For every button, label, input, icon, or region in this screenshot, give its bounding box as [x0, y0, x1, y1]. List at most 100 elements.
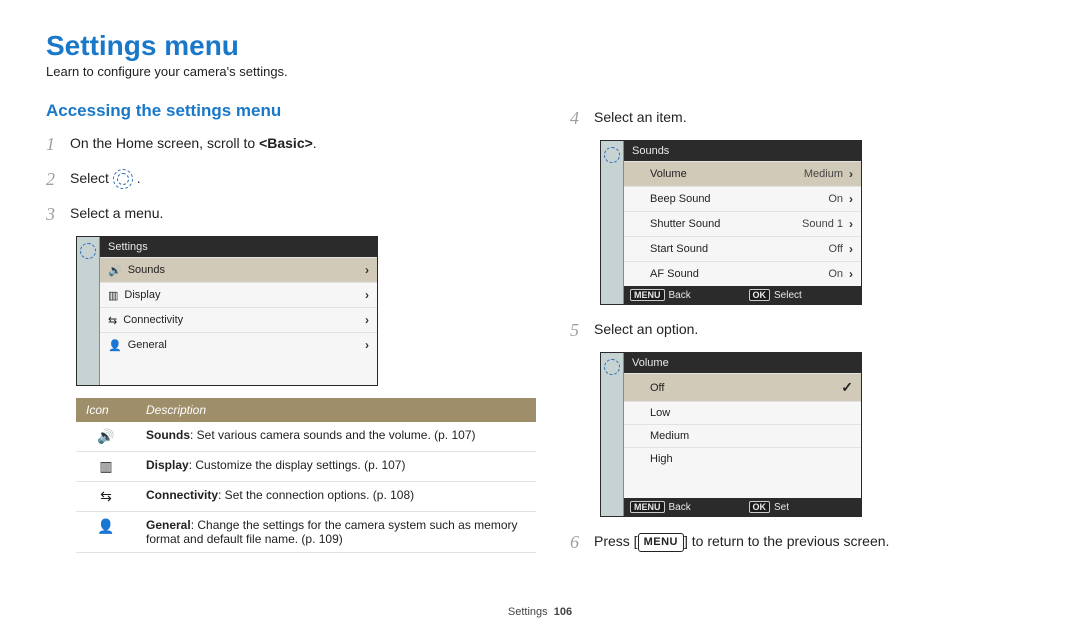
sounds-icon: 🔊	[108, 264, 122, 277]
connectivity-icon: ⇆	[100, 488, 112, 504]
page-footer: Settings 106	[0, 606, 1080, 618]
gear-icon	[604, 147, 620, 163]
panel-title: Sounds	[624, 141, 861, 161]
table-header-description: Description	[136, 398, 536, 422]
list-item-label: Start Sound	[650, 243, 708, 255]
gear-icon	[80, 243, 96, 259]
list-item-value: Off	[829, 243, 843, 255]
ok-button-icon: OK	[749, 501, 771, 513]
chevron-right-icon: ›	[849, 242, 853, 256]
footer-back-label: Back	[669, 290, 691, 301]
step-text: Select a menu.	[70, 201, 163, 228]
table-cell-description: Display: Customize the display settings.…	[136, 452, 536, 482]
list-item: Start Sound Off ›	[624, 236, 861, 261]
list-item: 🔊 Sounds ›	[100, 257, 377, 282]
gear-icon	[604, 359, 620, 375]
chevron-right-icon: ›	[849, 167, 853, 181]
list-item: AF SoundOn›	[624, 261, 861, 286]
footer-ok-label: Set	[774, 502, 789, 513]
list-item-label: Medium	[650, 430, 689, 442]
step-2: 2 Select .	[46, 166, 510, 193]
page-intro: Learn to configure your camera's setting…	[46, 64, 1034, 79]
list-item-label: Sounds	[128, 264, 165, 276]
table-row: ⇆ Connectivity: Set the connection option…	[76, 482, 536, 512]
table-cell-description: Sounds: Set various camera sounds and th…	[136, 422, 536, 452]
table-row: 🔊 Sounds: Set various camera sounds and t…	[76, 422, 536, 452]
table-header-icon: Icon	[76, 398, 136, 422]
list-item: Low	[624, 401, 861, 424]
chevron-right-icon: ›	[849, 217, 853, 231]
panel-title: Volume	[624, 353, 861, 373]
step-text: Select an item.	[594, 105, 687, 132]
list-item: 👤 General ›	[100, 332, 377, 357]
connectivity-icon: ⇆	[108, 314, 117, 327]
camera-screenshot-settings: Settings 🔊 Sounds › ▥ Display › ⇆ Connectivity ›…	[76, 236, 378, 386]
step-text: .	[137, 170, 141, 186]
list-item-label: Low	[650, 407, 670, 419]
table-cell-description: Connectivity: Set the connection options…	[136, 482, 536, 512]
table-row: ▥ Display: Customize the display settings…	[76, 452, 536, 482]
menu-button-icon: MENU	[630, 289, 665, 301]
step-text: Select	[70, 170, 113, 186]
list-item-value: Sound 1	[802, 218, 843, 230]
menu-button-icon: MENU	[638, 533, 684, 552]
step-number: 3	[46, 201, 62, 228]
chevron-right-icon: ›	[365, 313, 369, 327]
list-item-label: Shutter Sound	[650, 218, 720, 230]
list-item: Volume Medium ›	[624, 161, 861, 186]
step-number: 4	[570, 105, 586, 132]
list-item: Beep Sound On ›	[624, 186, 861, 211]
general-icon: 👤	[108, 339, 122, 352]
list-item: High	[624, 447, 861, 470]
sounds-icon: 🔊	[97, 428, 114, 444]
list-item-value: Medium	[804, 168, 843, 180]
list-item-label: Off	[650, 382, 664, 394]
chevron-right-icon: ›	[365, 288, 369, 302]
list-item-value: On	[828, 268, 843, 280]
camera-screenshot-sounds: Sounds VolumeMedium›Beep SoundOn›Shutter…	[600, 140, 862, 305]
table-row: 👤General: Change the settings for the ca…	[76, 512, 536, 553]
check-icon: ✓	[841, 379, 853, 396]
panel-footer: MENUBack OKSelect	[624, 286, 861, 304]
list-item: ⇆ Connectivity ›	[100, 307, 377, 332]
step-6: 6 Press [MENU] to return to the previous…	[570, 529, 1034, 556]
step-4: 4 Select an item.	[570, 105, 1034, 132]
step-text: On the Home screen, scroll to	[70, 135, 259, 151]
general-icon: 👤	[97, 518, 114, 534]
step-3: 3 Select a menu.	[46, 201, 510, 228]
list-item: Medium	[624, 424, 861, 447]
footer-section: Settings	[508, 606, 548, 618]
list-item-label: Volume	[650, 168, 687, 180]
step-text: Press [	[594, 533, 638, 549]
list-item: Shutter Sound Sound 1 ›	[624, 211, 861, 236]
chevron-right-icon: ›	[849, 192, 853, 206]
list-item: ▥ Display ›	[100, 282, 377, 307]
step-number: 5	[570, 317, 586, 344]
chevron-right-icon: ›	[365, 338, 369, 352]
list-item-label: AF Sound	[650, 268, 699, 280]
list-item: Off ✓	[624, 373, 861, 401]
ok-button-icon: OK	[749, 289, 771, 301]
list-item-label: Connectivity	[123, 314, 183, 326]
step-bold: <Basic>	[259, 135, 313, 151]
step-number: 2	[46, 166, 62, 193]
list-item-label: Beep Sound	[650, 193, 711, 205]
list-item-label: Display	[124, 289, 160, 301]
display-icon: ▥	[99, 458, 112, 474]
list-item-label: High	[650, 453, 673, 465]
icon-description-table: Icon Description 🔊 Sounds: Set various ca…	[76, 398, 536, 553]
camera-screenshot-volume: Volume Off ✓ Low Medium High MENUBack OKSet	[600, 352, 862, 517]
list-item-value: On	[828, 193, 843, 205]
step-5: 5 Select an option.	[570, 317, 1034, 344]
display-icon: ▥	[108, 289, 118, 302]
footer-page-number: 106	[554, 606, 572, 618]
page-title: Settings menu	[46, 30, 1034, 62]
panel-title: Settings	[100, 237, 377, 257]
step-text: ] to return to the previous screen.	[684, 533, 889, 549]
chevron-right-icon: ›	[365, 263, 369, 277]
menu-button-icon: MENU	[630, 501, 665, 513]
step-text: .	[313, 135, 317, 151]
list-item-label: General	[128, 339, 167, 351]
step-number: 6	[570, 529, 586, 556]
panel-footer: MENUBack OKSet	[624, 498, 861, 516]
